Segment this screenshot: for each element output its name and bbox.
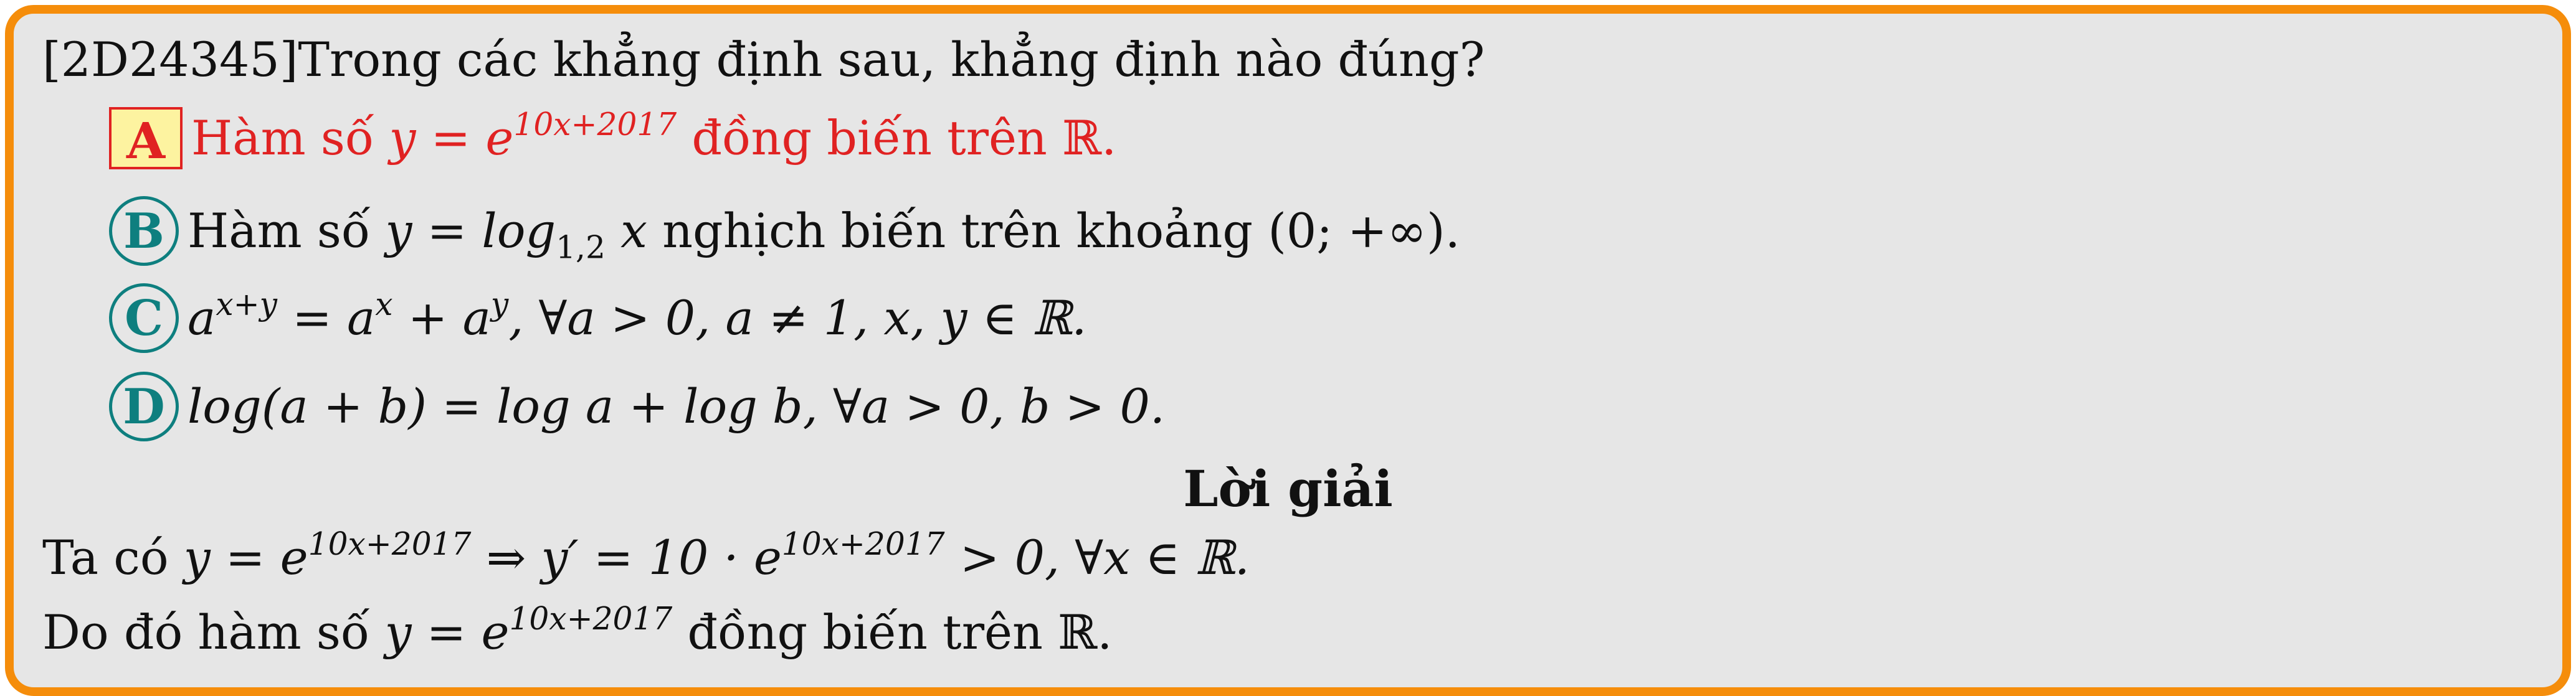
choice-a[interactable]: A Hàm số y = e10x+2017 đồng biến trên ℝ. <box>109 105 1117 170</box>
choice-d-text: log(a + b) = log a + log b, ∀a > 0, b > … <box>188 379 1165 434</box>
solution-line-2: Do đó hàm số y = e10x+2017 đồng biến trê… <box>42 600 1113 660</box>
question-id: [2D24345] <box>42 32 298 87</box>
solution-heading: Lời giải <box>1183 459 1393 518</box>
choice-a-text: Hàm số y = e10x+2017 đồng biến trên ℝ. <box>191 105 1117 166</box>
choice-d-badge: D <box>109 372 179 441</box>
question-text: Trong các khẳng định sau, khẳng định nào… <box>298 32 1485 87</box>
solution-line-1: Ta có y = e10x+2017 ⇒ y′ = 10 · e10x+201… <box>42 525 1250 585</box>
choice-b-badge: B <box>109 196 179 266</box>
choice-a-badge: A <box>109 107 183 170</box>
choice-b[interactable]: B Hàm số y = log1,2 x nghịch biến trên kh… <box>109 196 1460 266</box>
choice-c-text: ax+y = ax + ay, ∀a > 0, a ≠ 1, x, y ∈ ℝ. <box>188 285 1087 346</box>
choice-d[interactable]: Dlog(a + b) = log a + log b, ∀a > 0, b >… <box>109 372 1165 441</box>
choice-c[interactable]: Cax+y = ax + ay, ∀a > 0, a ≠ 1, x, y ∈ ℝ… <box>109 283 1086 353</box>
question-prompt: [2D24345]Trong các khẳng định sau, khẳng… <box>42 36 1485 83</box>
choice-c-badge: C <box>109 283 179 353</box>
choice-b-text: Hàm số y = log1,2 x nghịch biến trên kho… <box>188 203 1460 266</box>
